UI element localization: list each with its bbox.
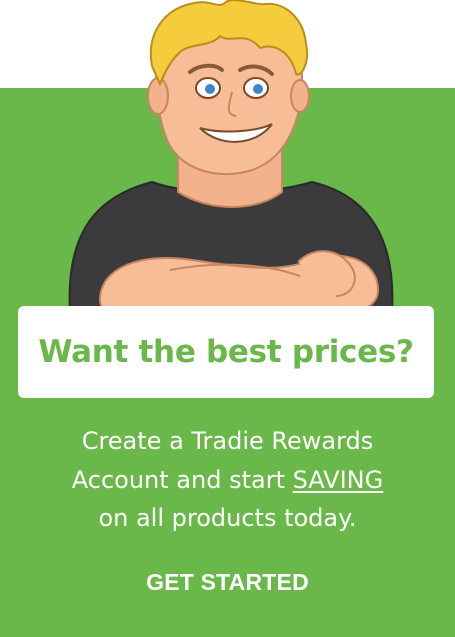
promo-line: Account and start SAVING [20, 461, 435, 500]
get-started-button[interactable]: GET STARTED [110, 560, 345, 604]
headline-card: Want the best prices? [18, 306, 434, 398]
mascot-pupil [205, 84, 215, 94]
promo-line: Create a Tradie Rewards [81, 427, 374, 455]
promo-headline: Want the best prices? [38, 334, 414, 370]
promo-line-text: Account and start [71, 465, 293, 494]
promo-line: on all products today. [98, 504, 357, 532]
mascot-pupil [253, 84, 263, 94]
mascot-ear [290, 79, 310, 113]
mascot-ear [147, 77, 169, 115]
tradie-mascot-illustration [68, 0, 394, 312]
promo-description: Create a Tradie Rewards Account and star… [20, 422, 435, 538]
saving-emphasis: SAVING [292, 465, 384, 494]
